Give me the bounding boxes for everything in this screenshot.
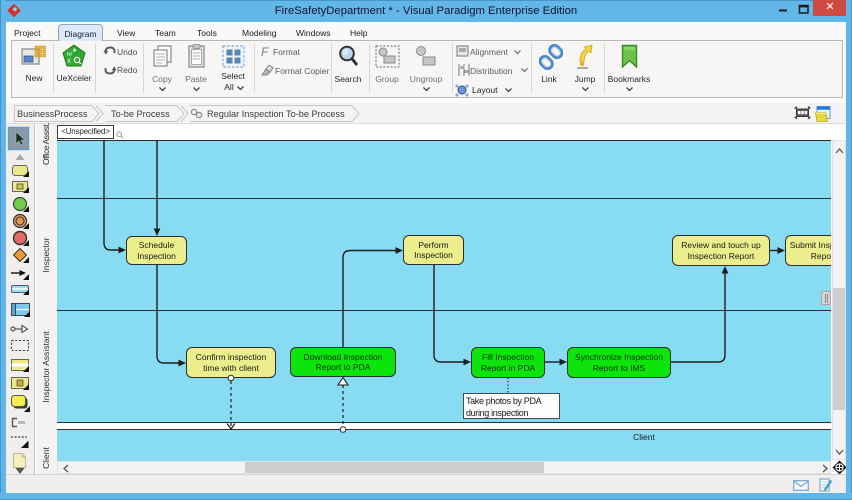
svg-text:X: X — [67, 59, 71, 65]
svg-text:N²: N² — [67, 52, 73, 58]
